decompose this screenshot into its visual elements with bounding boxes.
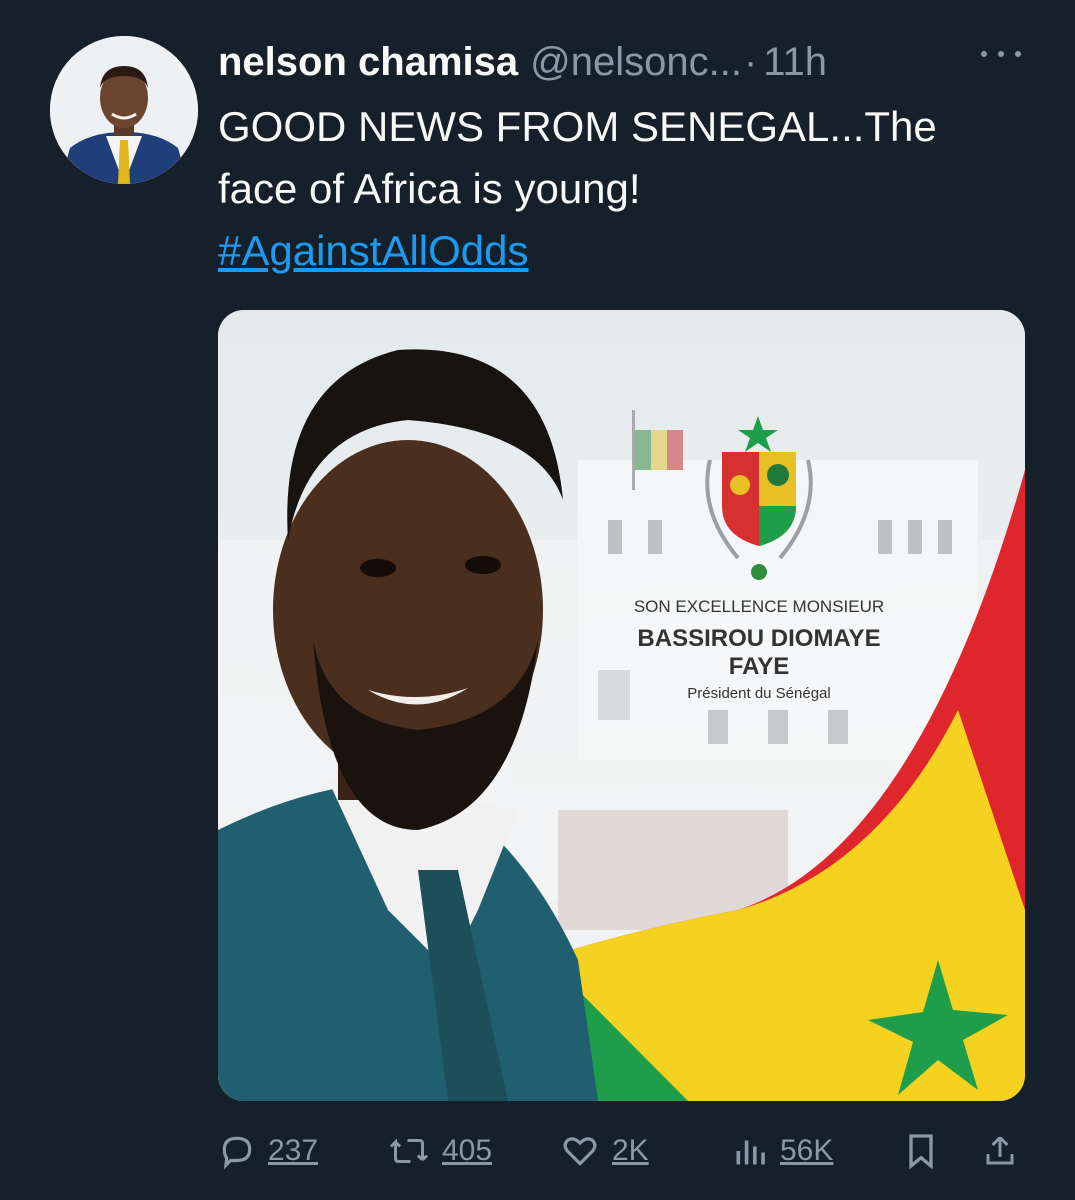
author-name[interactable]: nelson chamisa (218, 38, 518, 86)
share-button[interactable] (982, 1126, 1018, 1176)
more-dots-icon[interactable] (981, 44, 1021, 64)
views-bar-chart-icon (736, 1140, 765, 1165)
views-button[interactable]: 56K (732, 1126, 833, 1176)
author-handle[interactable]: @nelsonc... (530, 38, 742, 86)
media-caption-line2: BASSIROU DIOMAYE (637, 625, 880, 652)
author-avatar-image (50, 36, 198, 184)
tweet-text-line1: GOOD NEWS FROM SENEGAL...The (218, 103, 937, 150)
tweet-text: GOOD NEWS FROM SENEGAL...The face of Afr… (218, 96, 1038, 282)
media-caption-line4: Président du Sénégal (687, 685, 830, 702)
retweet-icon (389, 1138, 429, 1163)
tweet-text-line2: face of Africa is young! (218, 165, 641, 212)
tweet-time[interactable]: 11h (763, 38, 827, 86)
heart-icon (563, 1137, 597, 1166)
bookmark-icon (909, 1134, 933, 1170)
separator: · (743, 40, 758, 84)
share-icon (986, 1136, 1014, 1165)
like-button[interactable]: 2K (560, 1126, 649, 1176)
tweet-media-image[interactable]: SON EXCELLENCE MONSIEUR BASSIROU DIOMAYE… (218, 310, 1025, 1101)
views-count: 56K (780, 1134, 834, 1167)
bookmark-button[interactable] (904, 1126, 938, 1176)
author-avatar[interactable] (50, 36, 198, 184)
reply-count: 237 (268, 1134, 319, 1167)
reply-icon (222, 1136, 252, 1170)
reply-button[interactable]: 237 (218, 1126, 318, 1176)
like-count: 2K (612, 1134, 649, 1167)
tweet-actions: 237 405 2K 56K (218, 1126, 1028, 1176)
media-caption-line1: SON EXCELLENCE MONSIEUR (634, 597, 884, 616)
media-caption-line3: FAYE (729, 653, 789, 680)
retweet-button[interactable]: 405 (388, 1126, 492, 1176)
hashtag-link[interactable]: #AgainstAllOdds (218, 220, 1038, 282)
retweet-count: 405 (442, 1134, 493, 1167)
tweet-header: nelson chamisa @nelsonc... · 11h (218, 34, 1035, 90)
